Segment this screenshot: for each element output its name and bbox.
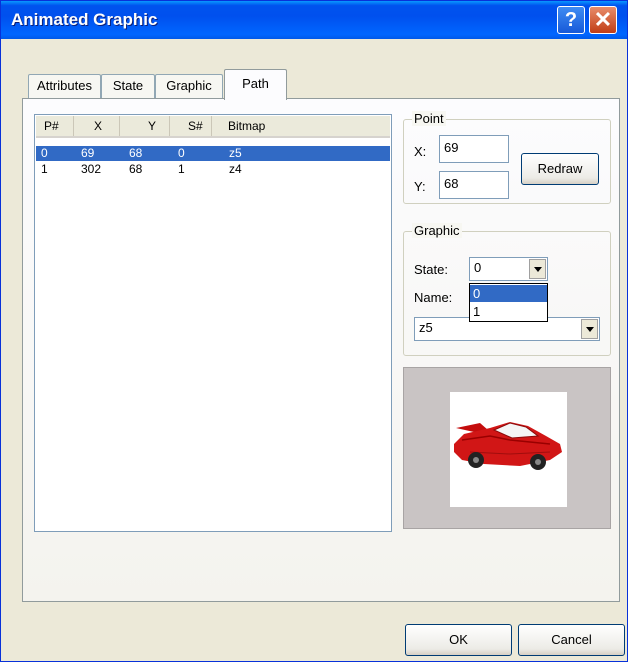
cell-s: 0	[178, 146, 185, 160]
tab-state[interactable]: State	[101, 74, 155, 98]
tab-path[interactable]: Path	[224, 69, 287, 100]
state-dropdown-list[interactable]: 0 1	[469, 283, 548, 322]
cancel-button[interactable]: Cancel	[518, 624, 625, 656]
graphic-group-label: Graphic	[412, 223, 462, 238]
state-option-0[interactable]: 0	[470, 285, 547, 302]
y-input[interactable]: 68	[439, 171, 509, 199]
state-option-1[interactable]: 1	[470, 303, 547, 320]
title-bar[interactable]: Animated Graphic ? ✕	[1, 1, 627, 39]
cell-x: 69	[81, 146, 95, 160]
x-input[interactable]: 69	[439, 135, 509, 163]
column-header-s[interactable]: S#	[170, 116, 212, 136]
cell-p: 1	[41, 162, 48, 176]
column-header-p[interactable]: P#	[36, 116, 74, 136]
preview-canvas	[450, 392, 567, 507]
table-row[interactable]: 1 302 68 1 z4	[36, 162, 390, 177]
close-button[interactable]: ✕	[589, 6, 617, 34]
red-car-icon	[454, 422, 562, 470]
state-select[interactable]: 0	[469, 257, 548, 281]
x-label: X:	[414, 144, 427, 159]
tab-graphic[interactable]: Graphic	[155, 74, 223, 98]
redraw-button[interactable]: Redraw	[521, 153, 599, 185]
ok-button[interactable]: OK	[405, 624, 512, 656]
window-title: Animated Graphic	[11, 10, 158, 29]
cell-y: 68	[129, 146, 143, 160]
state-select-value: 0	[474, 260, 482, 275]
state-label: State:	[414, 262, 448, 277]
chevron-down-icon[interactable]	[529, 259, 546, 279]
column-header-x[interactable]: X	[74, 116, 120, 136]
tab-attributes[interactable]: Attributes	[28, 74, 101, 98]
dialog-window: Animated Graphic ? ✕ Attributes State Gr…	[0, 0, 628, 662]
cell-bitmap: z4	[229, 162, 242, 176]
table-row[interactable]: 0 69 68 0 z5	[36, 146, 390, 161]
cell-p: 0	[41, 146, 48, 160]
name-select-value: z5	[419, 320, 433, 335]
point-group-label: Point	[412, 111, 446, 126]
name-label: Name:	[414, 290, 453, 305]
y-label: Y:	[414, 179, 426, 194]
cell-bitmap: z5	[229, 146, 242, 160]
cell-x: 302	[81, 162, 102, 176]
cell-s: 1	[178, 162, 185, 176]
cell-y: 68	[129, 162, 143, 176]
column-header-bitmap[interactable]: Bitmap	[212, 116, 390, 136]
path-list[interactable]: P# X Y S# Bitmap 0 69 68 0 z5 1 302 68 1…	[34, 114, 392, 532]
list-header: P# X Y S# Bitmap	[36, 116, 390, 138]
chevron-down-icon[interactable]	[581, 319, 598, 339]
help-button[interactable]: ?	[557, 6, 585, 34]
graphic-preview	[403, 367, 611, 529]
column-header-y[interactable]: Y	[120, 116, 170, 136]
